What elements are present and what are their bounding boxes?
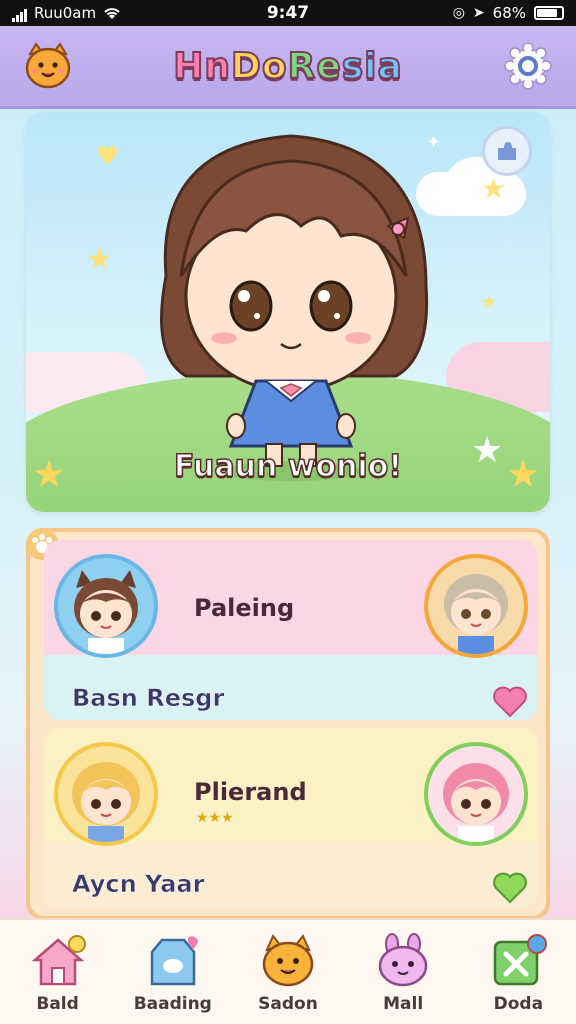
title-part-3: Re [287,45,342,88]
nav-item-doda[interactable]: Doda [468,932,568,1014]
grid-icon [494,934,548,986]
heart-icon: ♥ [96,142,120,172]
edit-character-button[interactable] [482,126,532,176]
chibi-cat-girl-avatar [74,570,138,654]
mascot-button[interactable] [22,40,74,92]
chibi-boy-avatar [444,574,508,654]
friend-avatar[interactable] [54,554,158,658]
friend-name: Plierand [194,778,307,806]
location-icon: ➤ [472,5,485,21]
bunny-face-icon [378,933,428,987]
battery-icon [534,6,564,20]
friend-card[interactable]: Paleing Basn Resgr [44,540,538,720]
wifi-icon [104,8,120,19]
cat-face-icon [262,934,314,987]
friend-card[interactable]: Plierand ★★★ Aycn Yaar [44,728,538,908]
friend-status: Basn Resgr [72,684,225,713]
nav-label: Baading [133,994,212,1014]
bag-icon [150,936,198,986]
app-title: HnDoResia [172,45,403,88]
star-icon: ★ [481,292,498,313]
nav-label: Doda [493,994,544,1014]
title-part-1: Hn [172,45,231,88]
status-right: ◎ ➤ 68% [384,4,564,22]
nav-item-bald[interactable]: Bald [8,932,108,1014]
hero-caption: Fuaun wonio! [173,448,403,485]
status-bar: Ruu0am 9:47 ◎ ➤ 68% [0,0,576,26]
nav-label: Bald [36,994,79,1014]
status-left: Ruu0am [12,4,192,22]
house-icon [31,935,86,986]
friend-avatar[interactable] [54,742,158,846]
clock: 9:47 [266,3,310,23]
nav-label: Mall [383,994,424,1014]
friend-name: Paleing [194,594,295,622]
title-part-4: sia [341,45,403,88]
chibi-girl-character[interactable] [126,126,456,496]
nav-item-sadon[interactable]: Sadon [238,932,338,1014]
chibi-blonde-avatar [72,762,140,842]
star-icon: ★ [481,172,507,205]
lock-rotation-icon: ◎ [452,5,465,21]
friends-panel: Paleing Basn Resgr Plierand ★★★ Aycn Yaa… [26,528,550,920]
friend-rating-stars: ★★★ [196,810,234,826]
heart-icon[interactable] [490,868,530,908]
nav-label: Sadon [258,994,318,1014]
app-header: HnDoResia [0,26,576,106]
cat-mascot-icon [25,42,71,89]
friend-avatar[interactable] [424,742,528,846]
puzzle-icon [498,142,516,160]
nav-item-baading[interactable]: Baading [123,932,223,1014]
hero-scene[interactable]: ✦ ♥ ★ ★ ★ ★ ★ ★ Fuaun wonio! [26,112,550,512]
settings-button[interactable] [502,40,554,92]
signal-icon [12,4,28,22]
bottom-nav: Bald Baading Sadon Mall Doda [0,918,576,1024]
carrier-label: Ruu0am [34,4,97,22]
friend-status: Aycn Yaar [72,870,205,899]
battery-percent: 68% [492,4,526,22]
star-icon: ★ [86,242,113,277]
gear-icon [504,42,552,90]
nav-item-mall[interactable]: Mall [353,932,453,1014]
chibi-pink-hair-avatar [443,763,509,842]
friend-avatar[interactable] [424,554,528,658]
title-part-2: Do [230,45,288,88]
heart-icon[interactable] [490,682,530,722]
